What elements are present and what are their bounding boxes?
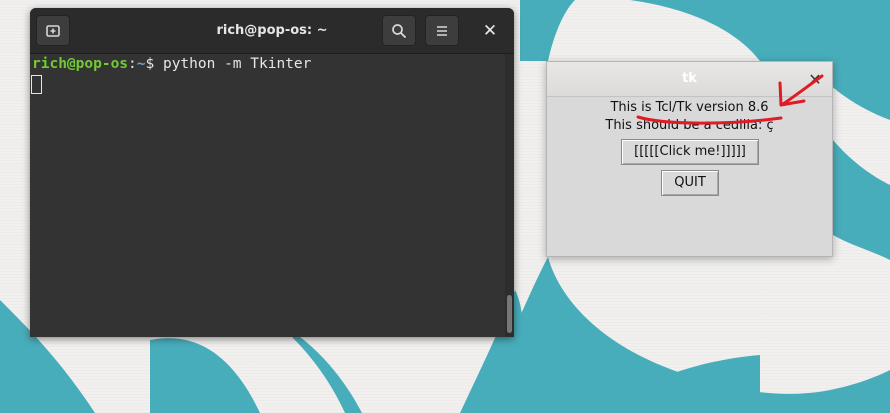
scrollbar[interactable]: [505, 54, 514, 337]
prompt-symbol: $: [145, 56, 163, 72]
terminal-title: rich@pop-os: ~: [216, 23, 328, 38]
close-button[interactable]: ✕: [473, 15, 507, 46]
prompt-path: ~: [136, 56, 146, 72]
new-tab-icon: [46, 24, 60, 37]
prompt-colon: :: [128, 56, 137, 72]
prompt-user-host: rich@pop-os: [32, 56, 129, 72]
search-icon: [392, 23, 406, 38]
terminal-output[interactable]: rich@pop-os:~$ python -m Tkinter: [30, 54, 514, 337]
hamburger-menu-icon: [437, 25, 447, 36]
terminal-header-bar: rich@pop-os: ~ ✕: [30, 8, 514, 54]
terminal-window[interactable]: rich@pop-os: ~ ✕ rich@pop-os:~$ python -…: [30, 8, 514, 337]
click-me-button[interactable]: [[[[[Click me!]]]]]: [621, 139, 759, 165]
command-text: python -m Tkinter: [162, 56, 312, 72]
tk-header-bar: tk ✕: [547, 62, 832, 97]
text-cursor: [31, 75, 42, 94]
tk-title: tk: [682, 71, 697, 86]
tk-window[interactable]: tk ✕ This is Tcl/Tk version 8.6 This sho…: [546, 61, 833, 257]
close-icon: ✕: [808, 69, 822, 89]
new-tab-button[interactable]: [36, 15, 70, 46]
prompt-line: rich@pop-os:~$ python -m Tkinter: [32, 56, 311, 72]
version-label: This is Tcl/Tk version 8.6: [610, 100, 769, 115]
cedilla-label: This should be a cedilla: ç: [605, 118, 774, 133]
close-icon: ✕: [482, 20, 498, 41]
quit-button[interactable]: QUIT: [661, 170, 719, 196]
tk-close-button[interactable]: ✕: [805, 69, 825, 89]
menu-button[interactable]: [425, 15, 459, 46]
search-button[interactable]: [382, 15, 416, 46]
scrollbar-thumb[interactable]: [507, 295, 512, 333]
